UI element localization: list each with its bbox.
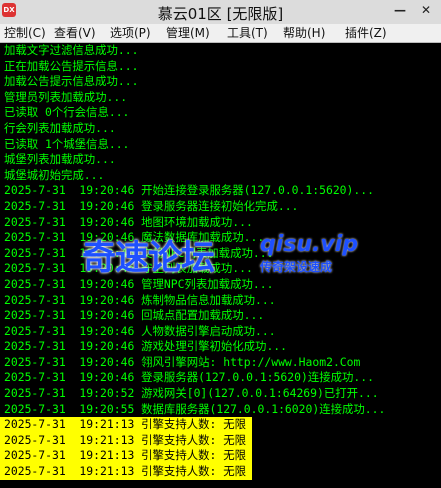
log-line: 2025-7-31 19:20:46 登录服务器(127.0.0.1:5620)… (4, 370, 374, 385)
title-bar: DX 慕云01区 [无限版] — ✕ (0, 0, 441, 24)
watermark-en: qisu.vip (260, 232, 359, 257)
log-line: 城堡列表加载成功... (4, 152, 116, 167)
log-line-highlighted: 2025-7-31 19:21:13 引擎支持人数: 无限 (0, 448, 252, 465)
log-line: 2025-7-31 19:20:46 游戏处理引擎初始化成功... (4, 339, 288, 354)
log-line: 城堡城初始完成... (4, 167, 105, 182)
log-line: 2025-7-31 19:20:52 游戏网关[0](127.0.0.1:642… (4, 386, 379, 401)
menu-tools[interactable]: 工具(T) (223, 24, 279, 42)
menu-view[interactable]: 查看(V) (50, 24, 106, 42)
watermark-cn: 奇速论坛 (82, 238, 215, 278)
menu-plugins[interactable]: 插件(Z) (341, 24, 395, 42)
menu-bar: 控制(C) 查看(V) 选项(P) 管理(M) 工具(T) 帮助(H) 插件(Z… (0, 24, 441, 43)
log-line-highlighted: 2025-7-31 19:21:13 引擎支持人数: 无限 (0, 432, 252, 449)
log-line: 加载公告提示信息成功... (4, 74, 139, 89)
log-line: 管理员列表加载成功... (4, 89, 128, 104)
log-line-highlighted: 2025-7-31 19:21:13 引擎支持人数: 无限 (0, 464, 252, 480)
log-line: 2025-7-31 19:20:46 管理NPC列表加载成功... (4, 276, 274, 291)
log-line: 2025-7-31 19:20:46 炼制物品信息加载成功... (4, 292, 276, 307)
log-line: 行会列表加载成功... (4, 120, 116, 135)
log-line: 2025-7-31 19:20:46 人物数据引擎启动成功... (4, 323, 276, 338)
minimize-button[interactable]: — (392, 2, 408, 18)
log-line: 2025-7-31 19:20:46 翎风引擎网站: http://www.Ha… (4, 354, 361, 369)
window-title: 慕云01区 [无限版] (157, 5, 284, 23)
menu-manage[interactable]: 管理(M) (162, 24, 223, 42)
log-line: 2025-7-31 19:20:46 回城点配置加载成功... (4, 308, 265, 323)
log-line: 2025-7-31 19:20:55 数据库服务器(127.0.0.1:6020… (4, 401, 386, 416)
log-line: 已读取 0个行会信息... (4, 105, 130, 120)
log-line: 2025-7-31 19:20:46 登录服务器连接初始化完成... (4, 198, 299, 213)
log-line: 已读取 1个城堡信息... (4, 136, 130, 151)
log-line: 正在加载公告提示信息... (4, 58, 139, 73)
menu-control[interactable]: 控制(C) (0, 24, 50, 42)
log-line: 加载文字过滤信息成功... (4, 43, 139, 57)
log-line-highlighted: 2025-7-31 19:21:13 引擎支持人数: 无限 (0, 417, 252, 433)
menu-options[interactable]: 选项(P) (106, 24, 162, 42)
watermark-sub: 传奇架设速成 (260, 260, 333, 274)
menu-help[interactable]: 帮助(H) (279, 24, 341, 42)
log-line: 2025-7-31 19:20:46 地图环境加载成功... (4, 214, 253, 229)
log-line: 2025-7-31 19:20:46 开始连接登录服务器(127.0.0.1:5… (4, 183, 374, 198)
close-button[interactable]: ✕ (418, 2, 434, 18)
watermark-logo: 奇速论坛 qisu.vip 传奇架设速成 (82, 230, 392, 278)
